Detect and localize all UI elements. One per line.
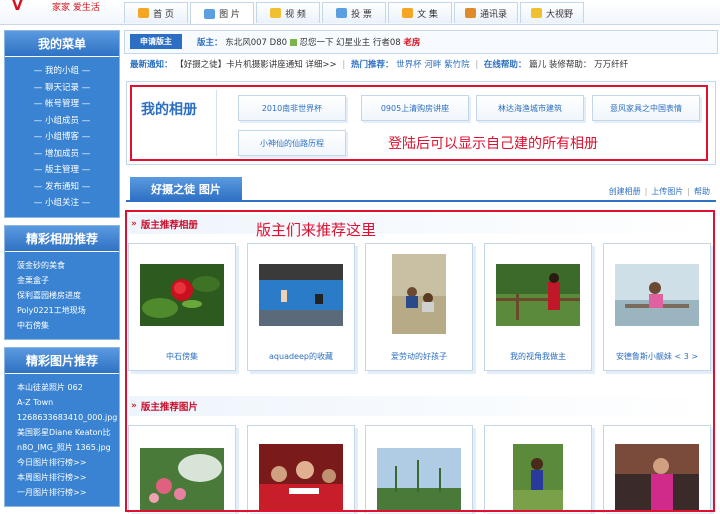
my-album-title: 我的相册 — [141, 102, 197, 118]
sidebar-photo-link[interactable]: 美国影星Diane Keaton比 — [17, 425, 119, 440]
photo-recommend-title: 精彩图片推荐 — [5, 347, 119, 374]
site-logo[interactable]: V 家家 爱生活 — [4, 0, 114, 22]
tab-view[interactable]: 大视野 — [520, 2, 584, 23]
logo-text: 家家 爱生活 — [52, 3, 100, 13]
tab-label: 首 页 — [153, 9, 174, 20]
tab-label: 文 集 — [417, 9, 438, 20]
upload-photo-link[interactable]: 上传图片 — [651, 187, 683, 196]
moderator-badge-icon — [289, 39, 297, 46]
sidebar: 我的菜单 — 我的小组 — — 聊天记录 — — 帐号管理 — — 小组成员 — — 小… — [4, 30, 120, 514]
info-bar: 申请版主 版主： 东北风007 D80 忍您一下 幻星业主 行者08 老房 — [124, 30, 718, 54]
sidebar-album-link[interactable]: 中石傍集 — [17, 318, 119, 333]
hot-link[interactable]: 河畔 — [424, 60, 441, 70]
album-button[interactable]: 林达海渔城市建筑 — [476, 95, 584, 121]
tab-label: 大视野 — [545, 9, 573, 20]
moderator-name[interactable]: 东北风007 — [225, 38, 267, 48]
tab-picture[interactable]: 图 片 — [190, 2, 254, 24]
my-menu-title: 我的菜单 — [5, 31, 119, 57]
nav-tabs: 首 页 图 片 视 频 投 票 文 集 通讯录 大视野 — [124, 2, 586, 24]
notice-line: 最新通知： 【好摄之徒】卡片机摄影讲座通知 详细>> | 热门推荐： 世界杯 河… — [130, 60, 629, 70]
moderator-name[interactable]: D80 — [270, 38, 287, 48]
tab-photos[interactable]: 好摄之徒 图片 — [130, 177, 242, 200]
tab-label: 视 频 — [285, 9, 306, 20]
photo-recommend-list: 本山徒弟照片 062 A-Z Town 1268633683410_000.jpg 美… — [5, 373, 119, 506]
album-recommend-box: 精彩相册推荐 菠金砂的美食 金栗盒子 保利嘉园楼房进度 Poly0221工地现场 中石傍… — [4, 224, 120, 340]
album-recommend-list: 菠金砂的美食 金栗盒子 保利嘉园楼房进度 Poly0221工地现场 中石傍集 — [5, 251, 119, 339]
logo-mark-icon: V — [12, 0, 23, 14]
sidebar-photo-link[interactable]: 今日图片排行榜>> — [17, 455, 119, 470]
album-button[interactable]: 小神仙的仙路历程 — [238, 130, 346, 156]
latest-notice-label: 最新通知： — [130, 60, 173, 70]
sidebar-menu-item[interactable]: — 小组成员 — — [5, 113, 119, 130]
latest-notice-link[interactable]: 【好摄之徒】卡片机摄影讲座通知 详细>> — [175, 60, 336, 70]
my-menu-list: — 我的小组 — — 聊天记录 — — 帐号管理 — — 小组成员 — — 小组博客 —… — [5, 57, 119, 217]
sidebar-photo-link[interactable]: A-Z Town — [17, 395, 119, 410]
sidebar-album-link[interactable]: Poly0221工地现场 — [17, 303, 119, 318]
sidebar-menu-item[interactable]: — 小组博客 — — [5, 129, 119, 146]
login-hint-text: 登陆后可以显示自己建的所有相册 — [388, 136, 598, 152]
album-button[interactable]: 2010南非世界杯 — [238, 95, 346, 121]
sidebar-photo-link[interactable]: 本山徒弟照片 062 — [17, 380, 119, 395]
sidebar-menu-item[interactable]: — 增加成员 — — [5, 146, 119, 163]
help-link[interactable]: 装修帮助： — [549, 60, 592, 70]
help-label: 在线帮助： — [483, 60, 527, 70]
recommend-highlight — [125, 210, 715, 512]
moderator-label: 版主： — [197, 38, 223, 48]
moderator-name[interactable]: 幻星业主 — [336, 38, 370, 48]
moderator-name[interactable]: 老房 — [403, 38, 420, 48]
sidebar-photo-link[interactable]: 一月图片排行榜>> — [17, 485, 119, 500]
hot-link[interactable]: 紫竹院 — [444, 60, 470, 70]
tab-video[interactable]: 视 频 — [256, 2, 320, 23]
hot-label: 热门推荐： — [350, 60, 394, 70]
sidebar-photo-link[interactable]: n8O_IMG_照片 1365.jpg — [17, 440, 119, 455]
create-album-link[interactable]: 创建相册 — [609, 187, 641, 196]
tab-contacts[interactable]: 通讯录 — [454, 2, 518, 23]
sidebar-album-link[interactable]: 保利嘉园楼房进度 — [17, 288, 119, 303]
sidebar-menu-item[interactable]: — 我的小组 — — [5, 63, 119, 80]
album-recommend-title: 精彩相册推荐 — [5, 225, 119, 252]
sidebar-album-link[interactable]: 菠金砂的美食 — [17, 258, 119, 273]
vote-icon — [336, 8, 348, 18]
tab-home[interactable]: 首 页 — [124, 2, 188, 23]
picture-icon — [204, 8, 216, 19]
album-button[interactable]: 0905上清购房讲座 — [361, 95, 469, 121]
tab-vote[interactable]: 投 票 — [322, 2, 386, 23]
top-bar: V 家家 爱生活 首 页 图 片 视 频 投 票 文 集 通讯录 大视野 — [0, 0, 720, 25]
sidebar-menu-item[interactable]: — 小组关注 — — [5, 195, 119, 212]
photo-actions: 创建相册 | 上传图片 | 帮助 — [608, 187, 710, 196]
help-link[interactable]: 万万纤纤 — [594, 60, 628, 70]
tab-underline — [126, 200, 716, 202]
divider — [216, 90, 217, 156]
my-menu-box: 我的菜单 — 我的小组 — — 聊天记录 — — 帐号管理 — — 小组成员 — — 小… — [4, 30, 120, 218]
sidebar-menu-item[interactable]: — 聊天记录 — — [5, 80, 119, 97]
help-link[interactable]: 帮助 — [694, 187, 710, 196]
sidebar-menu-item[interactable]: — 发布通知 — — [5, 179, 119, 196]
home-icon — [138, 8, 150, 18]
moderator-name[interactable]: 行者08 — [373, 38, 401, 48]
hot-link[interactable]: 世界杯 — [396, 60, 422, 70]
tab-label: 投 票 — [351, 9, 372, 20]
moderator-name[interactable]: 忍您一下 — [299, 38, 333, 48]
sidebar-album-link[interactable]: 金栗盒子 — [17, 273, 119, 288]
apply-moderator-button[interactable]: 申请版主 — [130, 34, 182, 49]
tab-label: 图 片 — [219, 10, 240, 20]
help-link[interactable]: 篇儿 — [529, 60, 546, 70]
sidebar-photo-link[interactable]: 本周图片排行榜>> — [17, 470, 119, 485]
sidebar-menu-item[interactable]: — 版主管理 — — [5, 162, 119, 179]
view-icon — [530, 8, 542, 18]
photo-recommend-box: 精彩图片推荐 本山徒弟照片 062 A-Z Town 1268633683410_0… — [4, 346, 120, 507]
album-button[interactable]: 意风家具之中国表情 — [592, 95, 700, 121]
contacts-icon — [464, 8, 476, 18]
book-icon — [402, 8, 414, 18]
sidebar-menu-item[interactable]: — 帐号管理 — — [5, 96, 119, 113]
tab-book[interactable]: 文 集 — [388, 2, 452, 23]
video-icon — [270, 8, 282, 18]
tab-label: 通讯录 — [479, 9, 507, 20]
sidebar-photo-link[interactable]: 1268633683410_000.jpg — [17, 410, 119, 425]
moderator-line: 版主： 东北风007 D80 忍您一下 幻星业主 行者08 老房 — [197, 36, 420, 48]
